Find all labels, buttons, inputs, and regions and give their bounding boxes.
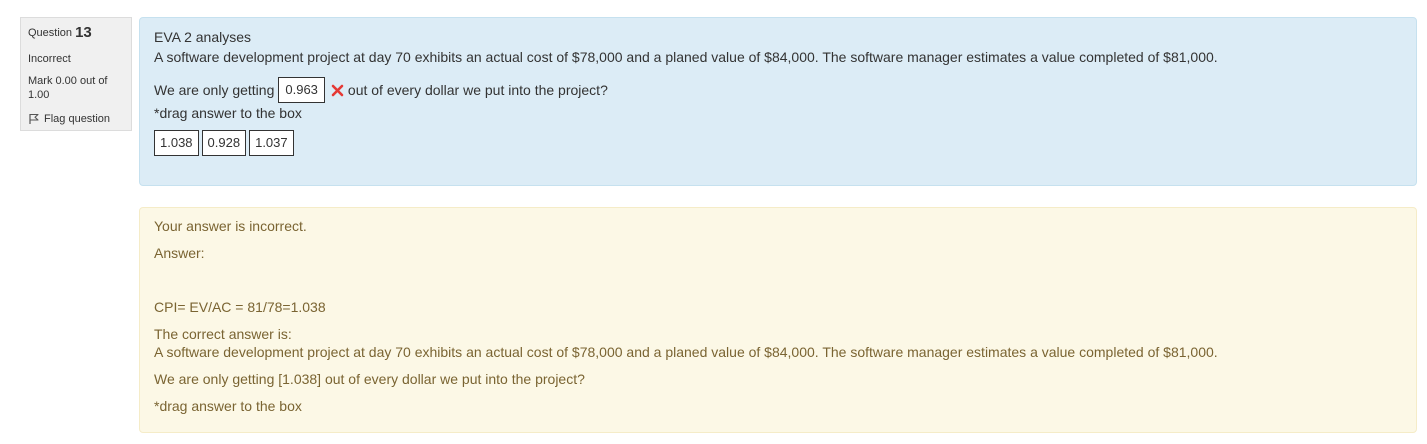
question-number: Question 13 bbox=[28, 24, 124, 42]
correct-answer-text: A software development project at day 70… bbox=[154, 344, 1218, 360]
question-state: Incorrect bbox=[28, 53, 71, 65]
feedback-status: Your answer is incorrect. bbox=[154, 218, 307, 234]
correct-answer-hint: *drag answer to the box bbox=[154, 398, 302, 414]
question-hint: *drag answer to the box bbox=[154, 105, 302, 121]
flag-icon bbox=[29, 113, 39, 124]
flag-question-label: Flag question bbox=[44, 113, 111, 125]
question-answer-line: We are only getting 0.963 out of every d… bbox=[154, 76, 1402, 104]
question-title: EVA 2 analyses bbox=[154, 29, 252, 45]
question-label: Question bbox=[28, 27, 73, 39]
question-feedback: Your answer is incorrect. Answer: CPI= E… bbox=[139, 207, 1417, 433]
question-number-value: 13 bbox=[75, 24, 92, 41]
flag-question-link[interactable]: Flag question bbox=[28, 112, 124, 126]
question-grade: Mark 0.00 out of 1.00 bbox=[28, 75, 108, 101]
correct-answer-line: We are only getting [1.038] out of every… bbox=[154, 371, 585, 387]
question-prefix: We are only getting bbox=[154, 82, 275, 98]
question-text: A software development project at day 70… bbox=[154, 49, 1218, 65]
drag-choices: 1.038 0.928 1.037 bbox=[154, 130, 1402, 156]
cross-icon bbox=[331, 84, 344, 97]
drag-choice[interactable]: 1.037 bbox=[249, 130, 294, 156]
question-formulation: EVA 2 analyses A software development pr… bbox=[139, 17, 1417, 186]
question-suffix: out of every dollar we put into the proj… bbox=[347, 82, 608, 98]
drag-choice[interactable]: 1.038 bbox=[154, 130, 199, 156]
feedback-formula: CPI= EV/AC = 81/78=1.038 bbox=[154, 299, 326, 315]
feedback-answer-label: Answer: bbox=[154, 245, 205, 261]
correct-answer-label: The correct answer is: bbox=[154, 326, 292, 342]
answer-drop-box[interactable]: 0.963 bbox=[278, 77, 325, 103]
question-info-panel: Question 13 Incorrect Mark 0.00 out of 1… bbox=[20, 17, 132, 131]
drag-choice[interactable]: 0.928 bbox=[201, 130, 247, 156]
